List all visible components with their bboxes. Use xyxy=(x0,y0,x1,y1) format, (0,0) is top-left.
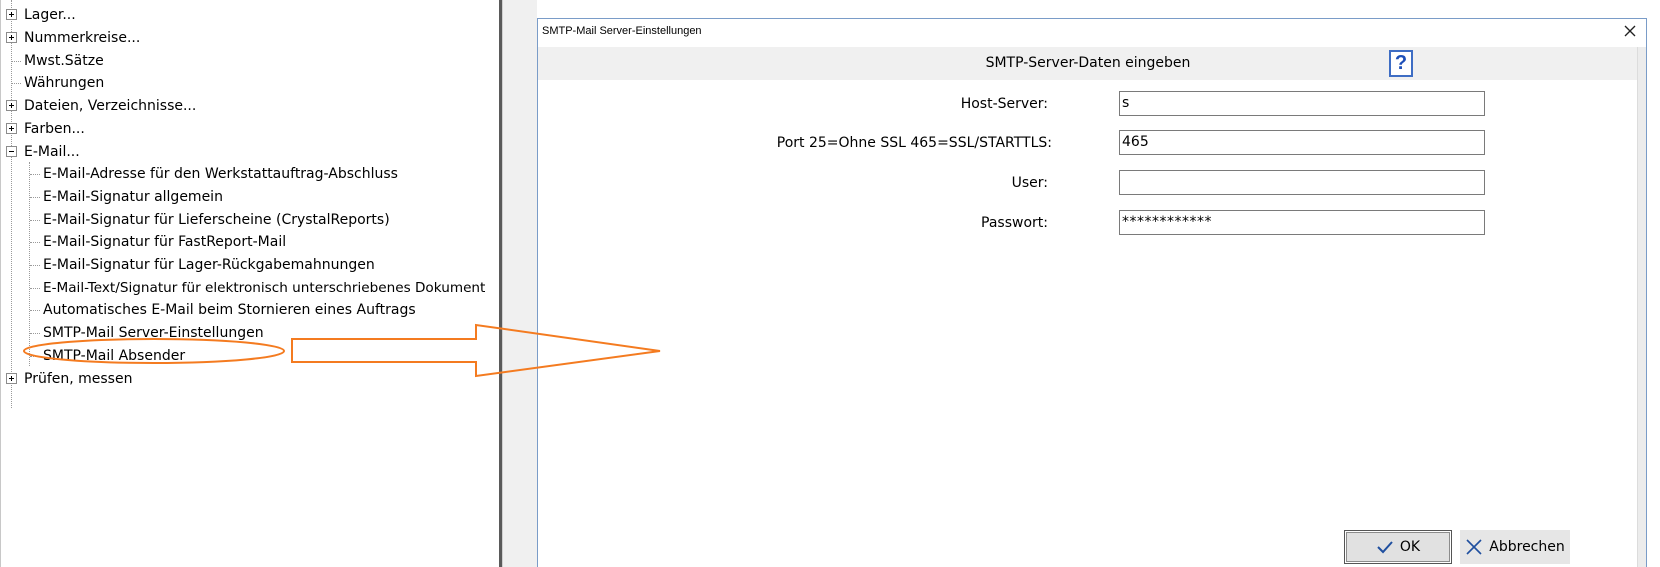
tree-connector xyxy=(12,83,21,84)
tree-item-smtp-server[interactable]: SMTP-Mail Server-Einstellungen xyxy=(1,321,491,345)
tree-item-label: E-Mail-Signatur für Lieferscheine (Cryst… xyxy=(43,212,390,228)
tree-item-label: E-Mail... xyxy=(24,144,80,160)
settings-tree: Lager... Nummerkreise... Mwst.Sätze Währ… xyxy=(0,0,499,567)
x-icon xyxy=(1466,539,1482,555)
tree-connector xyxy=(30,174,40,175)
tree-item-label: SMTP-Mail Server-Einstellungen xyxy=(43,325,264,341)
password-label: Passwort: xyxy=(981,215,1048,231)
tree-connector xyxy=(30,265,40,266)
tree-item-lager[interactable]: Lager... xyxy=(1,3,491,27)
tree-item-pruefen[interactable]: Prüfen, messen xyxy=(1,367,491,391)
host-server-label: Host-Server: xyxy=(960,96,1048,112)
expand-plus-icon[interactable] xyxy=(6,373,17,384)
tree-item-label: E-Mail-Signatur für FastReport-Mail xyxy=(43,234,287,250)
tree-item-signatur-lager[interactable]: E-Mail-Signatur für Lager-Rückgabemahnun… xyxy=(1,253,491,277)
checkmark-icon xyxy=(1377,541,1393,554)
tree-connector xyxy=(30,333,40,334)
tree-item-label: E-Mail-Text/Signatur für elektronisch un… xyxy=(43,280,486,296)
tree-item-text-signatur[interactable]: E-Mail-Text/Signatur für elektronisch un… xyxy=(1,276,497,300)
dialog-title: SMTP-Mail Server-Einstellungen xyxy=(542,25,702,37)
dialog-heading: SMTP-Server-Daten eingeben xyxy=(985,55,1191,71)
tree-item-label: Lager... xyxy=(24,7,76,23)
tree-item-label: Dateien, Verzeichnisse... xyxy=(24,98,197,114)
tree-item-label: E-Mail-Adresse für den Werkstattauftrag-… xyxy=(43,166,398,182)
tree-item-label: Prüfen, messen xyxy=(24,371,133,387)
dialog-header: SMTP-Server-Daten eingeben ? xyxy=(538,47,1638,80)
cancel-button[interactable]: Abbrechen xyxy=(1460,530,1570,564)
tree-item-label: Automatisches E-Mail beim Stornieren ein… xyxy=(43,302,416,318)
tree-item-label: Nummerkreise... xyxy=(24,30,141,46)
background-area xyxy=(502,0,537,567)
expand-plus-icon[interactable] xyxy=(6,32,17,43)
help-icon[interactable]: ? xyxy=(1389,50,1413,77)
port-label: Port 25=Ohne SSL 465=SSL/STARTTLS: xyxy=(776,135,1052,151)
ok-button-label: OK xyxy=(1399,539,1421,555)
tree-connector xyxy=(30,310,40,311)
expand-plus-icon[interactable] xyxy=(6,123,17,134)
collapse-minus-icon[interactable] xyxy=(6,146,17,157)
dialog-titlebar[interactable]: SMTP-Mail Server-Einstellungen xyxy=(538,19,1646,47)
user-input[interactable] xyxy=(1119,170,1485,195)
port-input[interactable]: 465 xyxy=(1119,130,1485,155)
password-input[interactable]: ************ xyxy=(1119,210,1485,235)
tree-item-signatur-allgemein[interactable]: E-Mail-Signatur allgemein xyxy=(1,185,491,209)
tree-connector xyxy=(30,197,40,198)
user-label: User: xyxy=(1011,175,1048,191)
expand-plus-icon[interactable] xyxy=(6,9,17,20)
ok-button[interactable]: OK xyxy=(1344,530,1452,564)
tree-item-label: Farben... xyxy=(24,121,85,137)
tree-item-nummerkreise[interactable]: Nummerkreise... xyxy=(1,26,491,50)
smtp-settings-dialog: SMTP-Mail Server-Einstellungen SMTP-Serv… xyxy=(537,18,1647,567)
tree-item-label: Mwst.Sätze xyxy=(24,53,104,69)
tree-item-signatur-lieferscheine[interactable]: E-Mail-Signatur für Lieferscheine (Cryst… xyxy=(1,208,491,232)
vertical-scrollbar[interactable] xyxy=(1637,47,1646,567)
tree-item-waehrungen[interactable]: Währungen xyxy=(1,71,491,95)
tree-item-dateien[interactable]: Dateien, Verzeichnisse... xyxy=(1,94,491,118)
tree-connector xyxy=(30,288,40,289)
tree-item-email-werkstatt[interactable]: E-Mail-Adresse für den Werkstattauftrag-… xyxy=(1,162,497,186)
close-icon[interactable] xyxy=(1622,23,1638,39)
tree-item-label: E-Mail-Signatur allgemein xyxy=(43,189,223,205)
tree-connector xyxy=(30,242,40,243)
tree-item-email[interactable]: E-Mail... xyxy=(1,140,491,164)
tree-item-label: E-Mail-Signatur für Lager-Rückgabemahnun… xyxy=(43,257,375,273)
tree-item-smtp-absender[interactable]: SMTP-Mail Absender xyxy=(1,344,491,368)
tree-item-label: Währungen xyxy=(24,75,105,91)
host-server-input[interactable]: s xyxy=(1119,91,1485,116)
tree-item-auto-email[interactable]: Automatisches E-Mail beim Stornieren ein… xyxy=(1,298,491,322)
tree-connector xyxy=(30,220,40,221)
tree-connector xyxy=(30,356,40,357)
tree-connector xyxy=(12,61,21,62)
tree-item-mwst[interactable]: Mwst.Sätze xyxy=(1,49,491,73)
tree-item-farben[interactable]: Farben... xyxy=(1,117,491,141)
tree-item-label: SMTP-Mail Absender xyxy=(43,348,186,364)
cancel-button-label: Abbrechen xyxy=(1489,539,1565,555)
expand-plus-icon[interactable] xyxy=(6,100,17,111)
tree-item-signatur-fastreport[interactable]: E-Mail-Signatur für FastReport-Mail xyxy=(1,230,491,254)
